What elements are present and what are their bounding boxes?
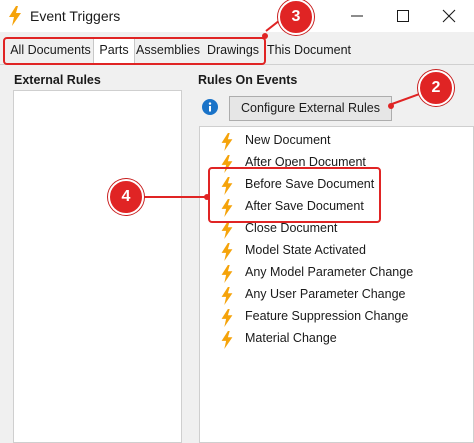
callout-2-dot <box>388 103 394 109</box>
event-label: Material Change <box>245 331 337 345</box>
external-rules-list[interactable] <box>13 90 182 443</box>
maximize-icon <box>397 10 409 22</box>
rules-on-events-heading: Rules On Events <box>198 73 298 87</box>
minimize-button[interactable] <box>334 0 380 32</box>
callout-4-line <box>142 196 206 198</box>
callout-2-line <box>391 92 423 105</box>
event-label: Any Model Parameter Change <box>245 265 414 279</box>
lightning-icon <box>221 221 233 239</box>
tab-this-document[interactable]: This Document <box>266 39 352 61</box>
lightning-icon <box>221 309 233 327</box>
callout-4-dot <box>204 194 210 200</box>
lightning-icon <box>221 133 233 151</box>
callout-4-badge: 4 <box>108 179 144 215</box>
minimize-icon <box>351 15 363 17</box>
lightning-icon <box>221 331 233 349</box>
callout-3-badge: 3 <box>278 0 314 35</box>
save-events-highlight-box <box>208 167 381 223</box>
event-label: Close Document <box>245 221 338 235</box>
event-label: Any User Parameter Change <box>245 287 406 301</box>
event-label: New Document <box>245 133 331 147</box>
close-icon <box>442 9 456 23</box>
close-button[interactable] <box>426 0 472 32</box>
event-label: Feature Suppression Change <box>245 309 409 323</box>
lightning-icon <box>221 287 233 305</box>
callout-3-dot <box>262 33 268 39</box>
lightning-icon <box>9 6 21 26</box>
callout-2-badge: 2 <box>418 70 454 106</box>
maximize-button[interactable] <box>380 0 426 32</box>
external-rules-heading: External Rules <box>14 73 101 87</box>
tabs-highlight-box <box>3 37 266 65</box>
info-icon <box>202 99 218 115</box>
lightning-icon <box>221 265 233 283</box>
title-bar: Event Triggers <box>0 0 474 32</box>
window-title: Event Triggers <box>30 8 121 24</box>
lightning-icon <box>221 243 233 261</box>
configure-external-rules-button[interactable]: Configure External Rules <box>229 96 392 121</box>
event-label: Model State Activated <box>245 243 366 257</box>
